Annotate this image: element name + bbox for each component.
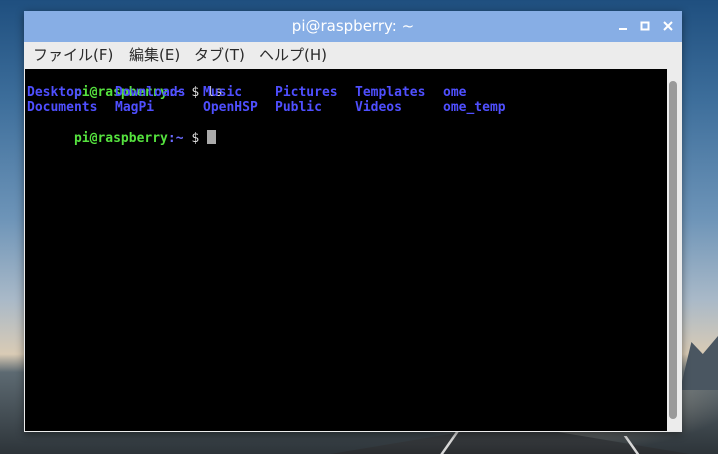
prompt-path: :~ xyxy=(167,131,184,146)
dir-entry: Public xyxy=(275,100,322,115)
dir-entry: Desktop xyxy=(27,85,82,100)
menu-tab[interactable]: タブ(T) xyxy=(192,42,247,69)
dir-entry: ome xyxy=(443,85,467,100)
menu-help[interactable]: ヘルプ(H) xyxy=(257,42,329,69)
dir-entry: OpenHSP xyxy=(203,100,258,115)
title-bar[interactable]: pi@raspberry: ~ xyxy=(24,11,682,42)
dir-entry: Pictures xyxy=(275,85,338,100)
terminal-area[interactable]: pi@raspberry:~ $ ls Desktop Downloads Mu… xyxy=(25,69,667,431)
window-title: pi@raspberry: ~ xyxy=(291,17,415,35)
dir-entry: Videos xyxy=(355,100,402,115)
terminal-listing-row: Documents MagPi OpenHSP Public Videos om… xyxy=(27,100,627,115)
menu-bar: ファイル(F) 編集(E) タブ(T) ヘルプ(H) xyxy=(24,42,682,69)
text-cursor xyxy=(207,130,217,144)
dir-entry: Music xyxy=(203,85,243,100)
maximize-button[interactable] xyxy=(634,11,656,42)
terminal-listing-row: Desktop Downloads Music Pictures Templat… xyxy=(27,85,627,100)
terminal-line-command: pi@raspberry:~ $ ls xyxy=(27,70,223,100)
minimize-icon xyxy=(619,28,627,30)
terminal-window: pi@raspberry: ~ ファイル(F) 編集(E) タブ(T) ヘルプ(… xyxy=(24,11,682,432)
menu-file[interactable]: ファイル(F) xyxy=(31,42,115,69)
close-icon xyxy=(663,21,673,31)
vertical-scrollbar[interactable] xyxy=(667,69,681,431)
dir-entry: Templates xyxy=(355,85,426,100)
menu-edit[interactable]: 編集(E) xyxy=(127,42,182,69)
close-button[interactable] xyxy=(657,11,679,42)
dir-entry: Downloads xyxy=(115,85,186,100)
prompt-user-host: pi@raspberry xyxy=(73,131,168,146)
maximize-icon xyxy=(640,21,650,31)
terminal-line-prompt: pi@raspberry:~ $ xyxy=(27,115,217,146)
dir-entry: Documents xyxy=(27,100,98,115)
dir-entry: ome_temp xyxy=(443,100,506,115)
scrollbar-thumb[interactable] xyxy=(669,81,677,419)
prompt-symbol: $ xyxy=(183,131,208,146)
minimize-button[interactable] xyxy=(612,11,634,42)
wallpaper-mountains xyxy=(680,336,718,390)
dir-entry: MagPi xyxy=(115,100,155,115)
